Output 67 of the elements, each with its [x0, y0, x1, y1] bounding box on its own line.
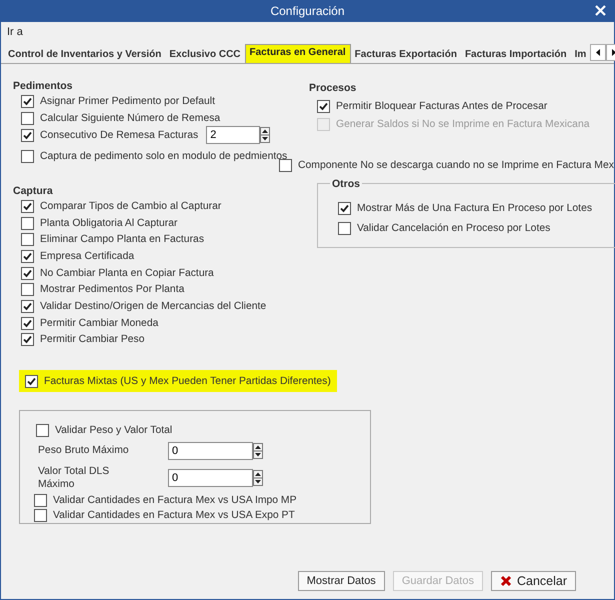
checkbox[interactable]: [34, 494, 47, 507]
checkbox-label: Eliminar Campo Planta en Facturas: [40, 234, 204, 246]
checkbox-label: Planta Obligatoria Al Capturar: [40, 218, 178, 229]
field-label: Peso Bruto Máximo: [38, 444, 130, 458]
checkbox[interactable]: [317, 100, 330, 112]
checkbox-label: Validar Cancelación en Proceso por Lotes: [357, 223, 550, 234]
tab[interactable]: Im: [570, 47, 590, 63]
checkbox[interactable]: [21, 266, 34, 280]
number-field[interactable]: 0: [168, 442, 253, 460]
number-field[interactable]: 0: [168, 468, 253, 487]
checkbox-label: Calcular Siguiente Número de Remesa: [40, 112, 220, 124]
menu-item[interactable]: Ir a: [7, 26, 23, 42]
checkbox-label: Permitir Cambiar Moneda: [40, 318, 158, 329]
checkbox-label: Facturas Mixtas (US y Mex Pueden Tener Partidas Diferentes): [44, 376, 331, 387]
checkbox[interactable]: [34, 509, 47, 522]
tab[interactable]: Facturas Importación: [460, 47, 571, 63]
section-title: Procesos: [309, 82, 358, 94]
checkbox[interactable]: [21, 283, 34, 296]
checkbox[interactable]: [21, 233, 34, 246]
tab[interactable]: Facturas en General: [244, 44, 351, 63]
section-title: Pedimentos: [13, 80, 74, 92]
spinner-arrows-icon[interactable]: [253, 442, 263, 459]
checkbox-label: Validar Destino/Origen de Mercancias del Cliente: [40, 301, 266, 312]
checkbox[interactable]: [21, 128, 34, 142]
section-title: Captura: [13, 185, 54, 198]
checkbox-label: Validar Cantidades en Factura Mex vs USA Expo PT: [53, 510, 295, 522]
checkbox[interactable]: [36, 424, 49, 438]
checkbox[interactable]: [21, 216, 34, 230]
checkbox[interactable]: [21, 316, 34, 330]
close-icon[interactable]: [595, 5, 606, 16]
tab[interactable]: Exclusivo CCC: [165, 47, 245, 63]
checkbox[interactable]: [21, 200, 34, 213]
checkbox[interactable]: [338, 222, 351, 236]
window-title: Configuración: [270, 4, 345, 18]
checkbox[interactable]: [21, 112, 34, 125]
checkbox[interactable]: [21, 300, 34, 314]
checkbox[interactable]: [338, 202, 351, 215]
checkbox[interactable]: [21, 333, 34, 346]
action-button[interactable]: Mostrar Datos: [298, 571, 385, 591]
checkbox-label: Comparar Tipos de Cambio al Capturar: [40, 200, 222, 212]
checkbox[interactable]: [21, 150, 34, 164]
scroll-left-icon[interactable]: [590, 44, 606, 61]
checkbox-label: Empresa Certificada: [40, 250, 134, 262]
checkbox-label: Mostrar Más de Una Factura En Proceso por Lotes: [357, 202, 592, 214]
cancel-button[interactable]: Cancelar: [490, 571, 576, 591]
field-label: Valor Total DLS Máximo: [38, 464, 110, 491]
checkbox-label: Captura de pedimento solo en modulo de pedmientos: [40, 151, 288, 162]
checkbox-label: Permitir Cambiar Peso: [40, 334, 145, 346]
checkbox[interactable]: [21, 250, 34, 263]
checkbox-label: Consecutivo De Remesa Facturas: [40, 130, 198, 141]
checkbox-label: Componente No se descarga cuando no se Imprime en Factura Mex: [298, 160, 614, 171]
spinner-arrows-icon[interactable]: [260, 127, 270, 144]
checkbox[interactable]: [21, 94, 34, 108]
checkbox-label: Validar Peso y Valor Total: [55, 425, 172, 436]
checkbox-label: Mostrar Pedimentos Por Planta: [40, 284, 184, 296]
checkbox-label: Permitir Bloquear Facturas Antes de Procesar: [336, 100, 548, 112]
checkbox-label: No Cambiar Planta en Copiar Factura: [40, 268, 214, 279]
number-field[interactable]: 2: [206, 126, 260, 144]
tab[interactable]: Control de Inventarios y Versión: [4, 47, 166, 63]
group-title: Otros: [331, 178, 362, 190]
spinner-arrows-icon[interactable]: [253, 470, 263, 486]
x-icon: [500, 575, 512, 587]
tab[interactable]: Facturas Exportación: [350, 47, 461, 63]
checkbox-label: Validar Cantidades en Factura Mex vs USA Impo MP: [53, 494, 297, 506]
checkbox-label: Asignar Primer Pedimento por Default: [40, 96, 215, 107]
checkbox-label: Generar Saldos si No se Imprime en Factura Mexicana: [336, 118, 590, 130]
checkbox[interactable]: [25, 374, 38, 388]
